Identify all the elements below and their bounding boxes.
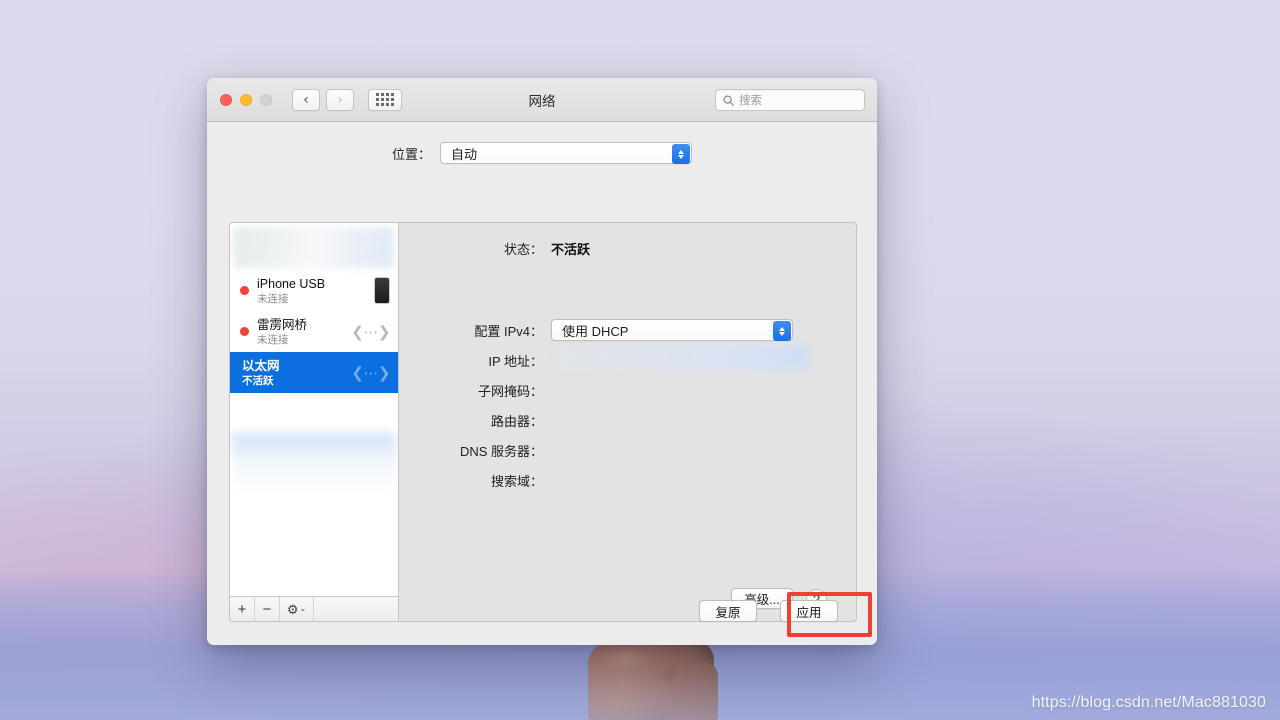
list-item-thunderbolt-bridge[interactable]: 雷雳网桥 未连接 ❮⋯❯ [230, 311, 398, 352]
apply-button[interactable]: 应用 [780, 600, 838, 622]
interface-actions-button[interactable]: ⚙ ⌄ [280, 597, 314, 621]
detail-blurred-region [557, 345, 809, 369]
zoom-button [260, 93, 272, 106]
list-blurred-region [232, 433, 396, 495]
sidebar-toolbar: + − ⚙ ⌄ [230, 596, 398, 621]
ipv4-config-selected-value: 使用 DHCP [562, 323, 629, 339]
gear-icon: ⚙ [286, 601, 299, 617]
traffic-lights [220, 93, 272, 106]
status-dot-icon [240, 286, 249, 295]
interface-text: 以太网 不活跃 [242, 357, 351, 388]
chevron-left-icon: ‹ [303, 91, 309, 108]
back-button[interactable]: ‹ [292, 88, 320, 111]
status-dot-icon [240, 327, 249, 336]
grid-icon [376, 93, 394, 106]
forward-button: › [326, 88, 354, 111]
status-value: 不活跃 [551, 242, 591, 257]
revert-button[interactable]: 复原 [699, 600, 757, 622]
minimize-button[interactable] [240, 93, 252, 106]
navigation-buttons: ‹ › [292, 88, 354, 111]
subnet-mask-row: 子网掩码： [399, 381, 551, 400]
interface-text: iPhone USB 未连接 [257, 275, 374, 306]
ip-address-label: IP 地址： [488, 354, 543, 369]
subnet-mask-label: 子网掩码： [477, 384, 543, 399]
remove-interface-button[interactable]: − [255, 597, 280, 621]
dns-server-label: DNS 服务器： [459, 444, 543, 459]
search-icon [723, 94, 734, 106]
router-row: 路由器： [399, 411, 551, 430]
window-body: 位置： 自动 iPhone USB 未连接 雷雳网桥 未连接 ❮⋯❯ 以太网 不… [207, 122, 877, 645]
location-row: 位置： 自动 [207, 122, 877, 164]
location-dropdown[interactable]: 自动 [440, 142, 692, 164]
list-item-ethernet[interactable]: 以太网 不活跃 ❮⋯❯ [230, 352, 398, 393]
ipv4-stepper-icon[interactable] [773, 321, 791, 341]
interface-name: 以太网 [242, 359, 280, 373]
ipv4-config-dropdown[interactable]: 使用 DHCP [551, 319, 793, 341]
content-area: iPhone USB 未连接 雷雳网桥 未连接 ❮⋯❯ 以太网 不活跃 ❮⋯❯ … [229, 222, 857, 622]
search-placeholder: 搜索 [739, 95, 762, 107]
window-titlebar: ‹ › 网络 搜索 [207, 78, 877, 122]
interface-status: 未连接 [257, 293, 289, 305]
show-all-preferences-button[interactable] [368, 88, 402, 111]
search-input[interactable]: 搜索 [715, 89, 865, 111]
location-label: 位置： [391, 146, 431, 162]
status-label: 状态： [503, 242, 543, 257]
interface-name: iPhone USB [257, 277, 326, 291]
interface-sidebar: iPhone USB 未连接 雷雳网桥 未连接 ❮⋯❯ 以太网 不活跃 ❮⋯❯ … [229, 222, 399, 622]
desktop-wallpaper: https://blog.csdn.net/Mac881030 ‹ › 网络 搜… [0, 0, 1280, 720]
interface-text: 雷雳网桥 未连接 [257, 316, 351, 347]
dns-server-row: DNS 服务器： [399, 441, 551, 460]
location-stepper-icon[interactable] [672, 144, 690, 164]
interface-name: 雷雳网桥 [257, 318, 308, 332]
network-preferences-window: ‹ › 网络 搜索 位置： 自动 iPhone USB 未连接 雷雳网桥 未连接… [207, 78, 877, 645]
interface-status: 不活跃 [242, 375, 274, 387]
search-domain-label: 搜索域： [490, 474, 543, 489]
chevron-down-icon: ⌄ [299, 604, 307, 613]
search-domain-row: 搜索域： [399, 471, 551, 490]
location-selected-value: 自动 [451, 146, 478, 162]
thunderbolt-icon: ❮⋯❯ [351, 363, 390, 382]
ip-address-row: IP 地址： [399, 351, 551, 370]
interface-detail-panel: 状态： 不活跃 配置 IPv4： 使用 DHCP IP 地址： 子网掩码： 路由… [399, 222, 857, 622]
router-label: 路由器： [490, 414, 543, 429]
add-interface-button[interactable]: + [230, 597, 255, 621]
iphone-icon [374, 277, 390, 304]
interface-status: 未连接 [257, 334, 289, 346]
interface-list: iPhone USB 未连接 雷雳网桥 未连接 ❮⋯❯ 以太网 不活跃 ❮⋯❯ [230, 223, 398, 595]
watermark-url: https://blog.csdn.net/Mac881030 [1031, 694, 1266, 711]
chevron-right-icon: › [337, 91, 343, 108]
list-item-redacted[interactable] [234, 227, 394, 268]
close-button[interactable] [220, 93, 232, 106]
ipv4-config-row: 配置 IPv4： 使用 DHCP [399, 319, 793, 341]
status-row: 状态： 不活跃 [399, 239, 590, 258]
thunderbolt-icon: ❮⋯❯ [351, 322, 390, 341]
ipv4-config-label: 配置 IPv4： [474, 323, 543, 339]
list-item-iphone-usb[interactable]: iPhone USB 未连接 [230, 270, 398, 311]
